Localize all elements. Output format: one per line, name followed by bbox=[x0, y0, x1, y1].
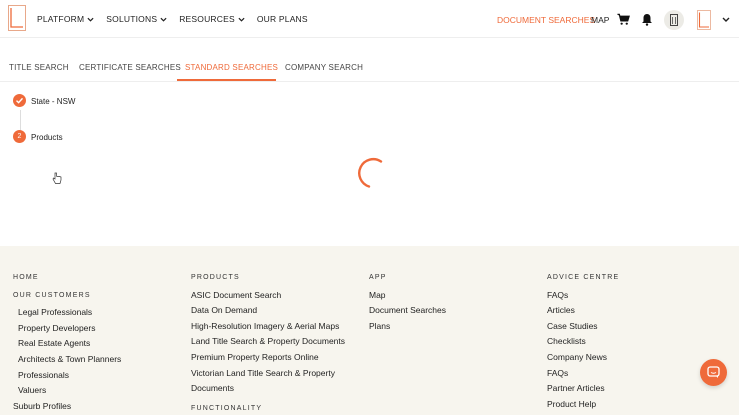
chevron-down-icon bbox=[160, 17, 167, 22]
footer-link-suburb-profiles[interactable]: Suburb Profiles bbox=[13, 401, 71, 411]
step-2-label[interactable]: Products bbox=[31, 133, 63, 142]
footer-our-customers-heading: OUR CUSTOMERS bbox=[13, 292, 91, 299]
step-2-number: 2 bbox=[17, 133, 22, 140]
footer-app-heading: APP bbox=[369, 274, 387, 281]
avatar[interactable] bbox=[697, 10, 711, 30]
hand-cursor-icon bbox=[52, 172, 62, 184]
nav-solutions-label: SOLUTIONS bbox=[106, 14, 158, 24]
footer-link-land-title[interactable]: Land Title Search & Property Documents bbox=[191, 336, 345, 346]
footer-link-premium-reports[interactable]: Premium Property Reports Online bbox=[191, 352, 319, 362]
cart-icon[interactable] bbox=[617, 13, 630, 26]
footer-link-partner-articles[interactable]: Partner Articles bbox=[547, 383, 605, 393]
tab-standard-searches[interactable]: STANDARD SEARCHES bbox=[185, 63, 278, 72]
site-footer: HOME OUR CUSTOMERS Legal Professionals P… bbox=[0, 246, 739, 415]
footer-link-articles[interactable]: Articles bbox=[547, 305, 575, 315]
map-link[interactable]: MAP bbox=[591, 15, 609, 25]
footer-link-legal-professionals[interactable]: Legal Professionals bbox=[18, 307, 92, 317]
nav-our-plans[interactable]: OUR PLANS bbox=[257, 14, 308, 24]
nav-platform[interactable]: PLATFORM bbox=[37, 14, 94, 24]
tab-certificate-searches[interactable]: CERTIFICATE SEARCHES bbox=[79, 63, 181, 72]
footer-link-map[interactable]: Map bbox=[369, 290, 386, 300]
main-nav: PLATFORM SOLUTIONS RESOURCES OUR PLANS bbox=[37, 14, 320, 24]
active-tab-indicator bbox=[177, 79, 276, 81]
footer-link-imagery[interactable]: High-Resolution Imagery & Aerial Maps bbox=[191, 321, 339, 331]
footer-link-plans[interactable]: Plans bbox=[369, 321, 390, 331]
top-navigation-bar: PLATFORM SOLUTIONS RESOURCES OUR PLANS D… bbox=[0, 0, 739, 38]
step-1-label[interactable]: State - NSW bbox=[31, 97, 75, 106]
footer-functionality-heading: FUNCTIONALITY bbox=[191, 405, 263, 412]
loading-spinner-icon bbox=[358, 157, 383, 188]
footer-link-faqs-2[interactable]: FAQs bbox=[547, 368, 568, 378]
chevron-down-icon bbox=[87, 17, 94, 22]
footer-link-data-on-demand[interactable]: Data On Demand bbox=[191, 305, 257, 315]
nav-platform-label: PLATFORM bbox=[37, 14, 85, 24]
step-1-check-icon[interactable] bbox=[13, 94, 26, 107]
footer-link-professionals[interactable]: Professionals bbox=[18, 370, 69, 380]
chevron-down-icon bbox=[238, 17, 245, 22]
footer-products-heading: PRODUCTS bbox=[191, 274, 240, 281]
nav-our-plans-label: OUR PLANS bbox=[256, 14, 308, 24]
chevron-down-icon[interactable] bbox=[722, 16, 730, 23]
building-icon[interactable] bbox=[664, 10, 684, 30]
nav-resources-label: RESOURCES bbox=[179, 14, 235, 24]
footer-advice-centre-heading: ADVICE CENTRE bbox=[547, 274, 620, 281]
tab-company-search[interactable]: COMPANY SEARCH bbox=[285, 63, 363, 72]
footer-link-real-estate-agents[interactable]: Real Estate Agents bbox=[18, 338, 90, 348]
footer-link-valuers[interactable]: Valuers bbox=[18, 385, 46, 395]
footer-link-asic[interactable]: ASIC Document Search bbox=[191, 290, 281, 300]
chat-icon bbox=[707, 366, 720, 378]
footer-link-faqs[interactable]: FAQs bbox=[547, 290, 568, 300]
nav-resources[interactable]: RESOURCES bbox=[179, 14, 245, 24]
footer-link-victorian-title[interactable]: Victorian Land Title Search & Property bbox=[191, 368, 335, 378]
footer-home-link[interactable]: HOME bbox=[13, 274, 39, 281]
footer-link-document-searches[interactable]: Document Searches bbox=[369, 305, 446, 315]
step-2-marker[interactable]: 2 bbox=[13, 130, 26, 143]
logo-icon[interactable] bbox=[8, 5, 26, 31]
footer-link-product-help[interactable]: Product Help bbox=[547, 399, 596, 409]
footer-link-victorian-title-cont[interactable]: Documents bbox=[191, 383, 234, 393]
nav-solutions[interactable]: SOLUTIONS bbox=[106, 14, 167, 24]
footer-link-checklists[interactable]: Checklists bbox=[547, 336, 586, 346]
search-type-tabs: TITLE SEARCH CERTIFICATE SEARCHES STANDA… bbox=[0, 56, 739, 82]
document-searches-link[interactable]: DOCUMENT SEARCHES bbox=[497, 15, 595, 25]
step-connector bbox=[19, 110, 21, 130]
chat-button[interactable] bbox=[700, 359, 727, 386]
footer-link-company-news[interactable]: Company News bbox=[547, 352, 607, 362]
tab-title-search[interactable]: TITLE SEARCH bbox=[9, 63, 69, 72]
footer-link-property-developers[interactable]: Property Developers bbox=[18, 323, 95, 333]
footer-link-case-studies[interactable]: Case Studies bbox=[547, 321, 598, 331]
bell-icon[interactable] bbox=[641, 13, 653, 26]
footer-link-architects[interactable]: Architects & Town Planners bbox=[18, 354, 121, 364]
